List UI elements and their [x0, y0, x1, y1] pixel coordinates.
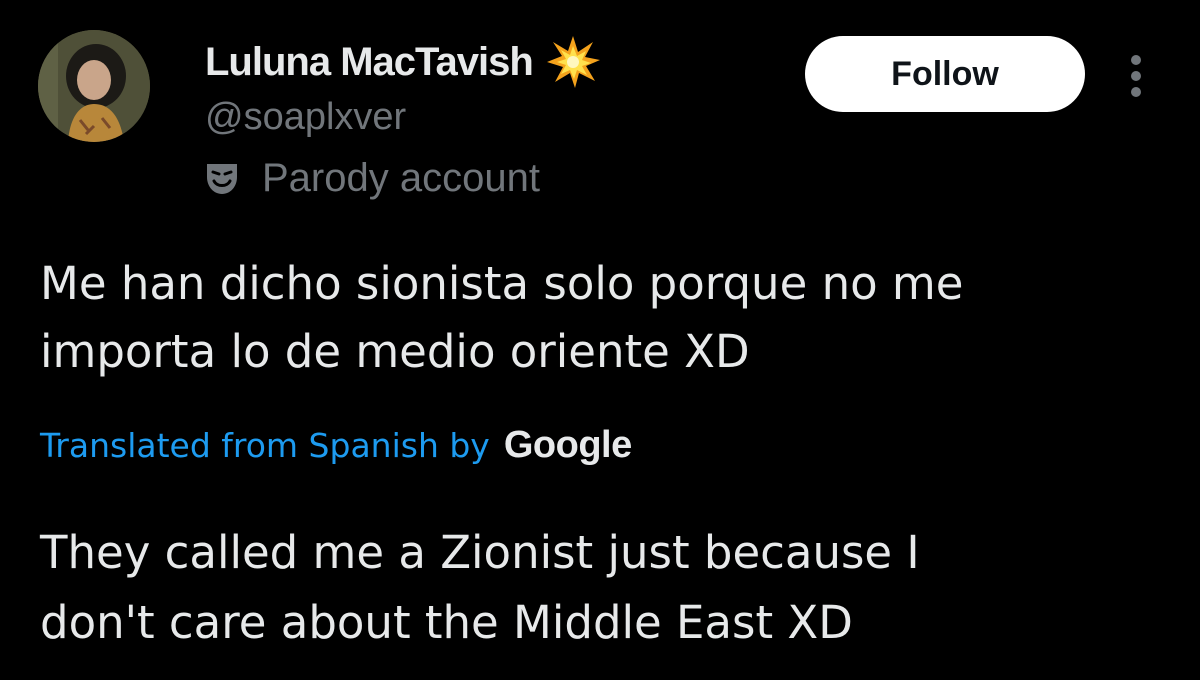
tweet-text: Me han dicho sionista solo porque no me …: [40, 250, 1170, 386]
author-handle[interactable]: @soaplxver: [205, 96, 406, 139]
follow-button[interactable]: Follow: [805, 36, 1085, 112]
translated-text-line: They called me a Zionist just because I: [40, 526, 920, 579]
author-display-name[interactable]: Luluna MacTavish: [205, 40, 534, 85]
theater-mask-icon: [207, 163, 237, 194]
translated-from-link[interactable]: Translated from Spanish by: [40, 426, 490, 465]
parody-label: Parody account: [204, 156, 540, 201]
translated-text-line: don't care about the Middle East XD: [40, 596, 853, 649]
collision-icon: [545, 34, 601, 90]
google-logo: Google: [503, 424, 632, 466]
author-name-row[interactable]: Luluna MacTavish: [205, 34, 601, 90]
translation-attribution: Translated from Spanish by Google: [40, 424, 632, 467]
avatar[interactable]: [38, 30, 150, 142]
avatar-photo: [38, 30, 150, 142]
tweet-text-line: Me han dicho sionista solo porque no me: [40, 257, 964, 310]
translated-text: They called me a Zionist just because I …: [40, 518, 1170, 658]
tweet-card: Luluna MacTavish @soaplxver Parody accou…: [0, 0, 1200, 680]
tweet-text-line: importa lo de medio oriente XD: [40, 325, 750, 378]
parody-label-text: Parody account: [262, 156, 540, 200]
more-vertical-icon[interactable]: [1122, 52, 1150, 100]
